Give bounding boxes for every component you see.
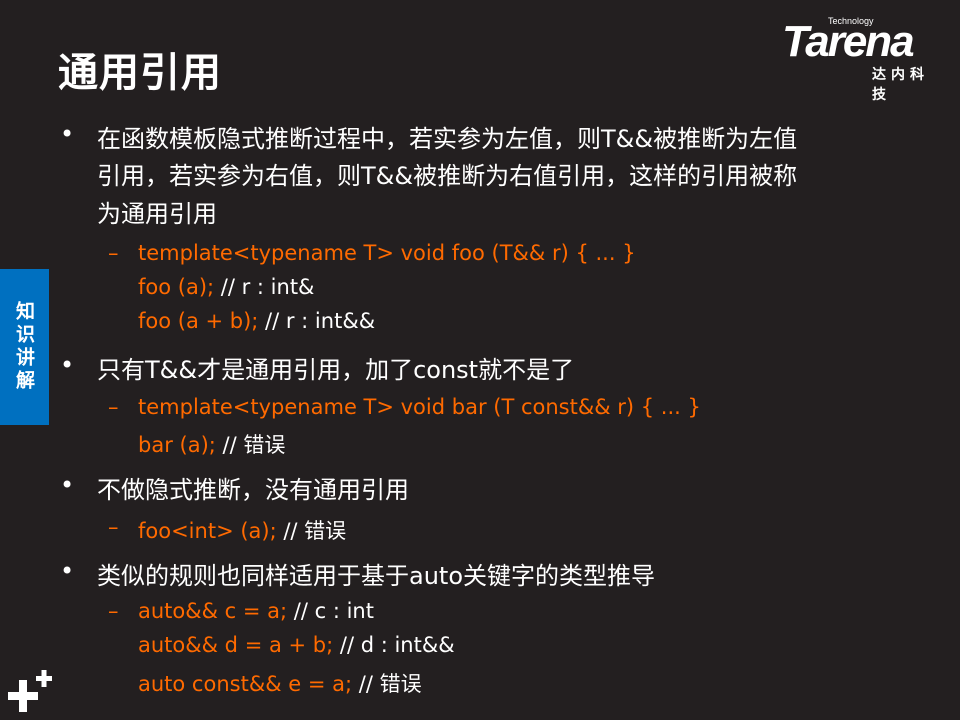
- dash-icon: –: [108, 515, 119, 539]
- plus-decoration-icon: [8, 670, 52, 712]
- dash-icon: –: [108, 395, 119, 419]
- bullet-icon: •: [60, 351, 75, 379]
- dash-icon: –: [108, 599, 119, 623]
- sub-item: bar (a); // 错误: [138, 433, 286, 457]
- bullet-text: 不做隐式推断，没有通用引用: [97, 476, 409, 504]
- sub-item: auto const&& e = a; // 错误: [138, 672, 422, 696]
- sub-item: foo (a); // r : int&: [138, 275, 315, 299]
- bullet-text: 只有T&&才是通用引用，加了const就不是了: [97, 356, 575, 384]
- slide-title: 通用引用: [58, 50, 222, 96]
- side-tab-label: 知识讲解: [13, 301, 35, 393]
- sub-item: foo<int> (a); // 错误: [138, 519, 347, 543]
- tarena-logo: Technology Tarena 达内科技: [782, 16, 947, 103]
- bullet-icon: •: [60, 471, 75, 499]
- side-tab: 知识讲解: [0, 269, 49, 425]
- dash-icon: –: [108, 241, 119, 265]
- logo-cn: 达内科技: [872, 67, 929, 103]
- bullet-text: 类似的规则也同样适用于基于auto关键字的类型推导: [97, 562, 656, 590]
- sub-item: template<typename T> void foo (T&& r) { …: [138, 241, 636, 265]
- bullet-icon: •: [60, 120, 75, 148]
- bullet-icon: •: [60, 557, 75, 585]
- sub-item: auto&& d = a + b; // d : int&&: [138, 633, 455, 657]
- bullet-text: 在函数模板隐式推断过程中，若实参为左值，则T&&被推断为左值: [97, 125, 798, 153]
- bullet-text: 为通用引用: [97, 200, 217, 228]
- sub-item: foo (a + b); // r : int&&: [138, 309, 376, 333]
- logo-brand: Tarena: [782, 17, 915, 66]
- sub-item: auto&& c = a; // c : int: [138, 599, 374, 623]
- sub-item: template<typename T> void bar (T const&&…: [138, 395, 701, 419]
- bullet-text: 引用，若实参为右值，则T&&被推断为右值引用，这样的引用被称: [97, 162, 798, 190]
